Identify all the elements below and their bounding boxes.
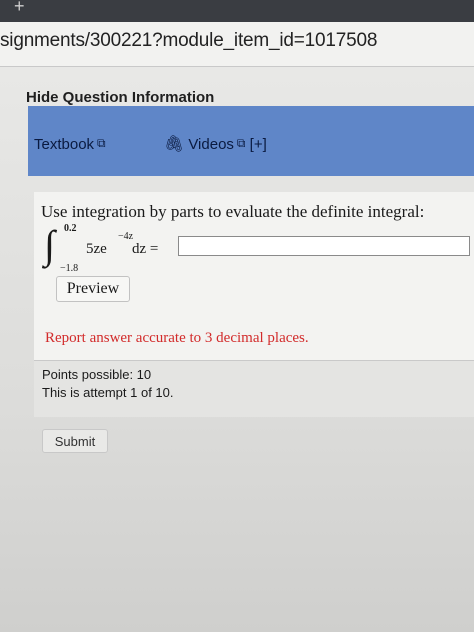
videos-expand-toggle[interactable]: [+] [250,136,267,153]
videos-link[interactable]: 🖇 Videos ⧉ [+] [164,134,267,154]
integral-sign-icon: ∫ [44,222,55,267]
attempt-count: This is attempt 1 of 10. [42,385,174,400]
integrand-exponent: −4z [118,231,134,242]
hide-question-information-link[interactable]: Hide Question Information [26,89,214,106]
integral-lower-limit: −1.8 [60,263,79,274]
points-possible: Points possible: 10 [42,367,152,382]
videos-label: Videos [188,136,234,153]
paperclip-icon: 🖇 [164,136,185,153]
differential: dz = [132,241,159,257]
answer-input[interactable] [178,236,470,256]
submit-button[interactable]: Submit [42,429,108,453]
textbook-label: Textbook [34,136,95,153]
new-tab-icon[interactable]: + [14,0,25,17]
url-text: signments/300221?module_item_id=1017508 [0,30,378,51]
question-prompt: Use integration by parts to evaluate the… [41,202,425,221]
textbook-link[interactable]: Textbook ⧉ [34,136,106,153]
help-resources-bar: Textbook ⧉ 🖇 Videos ⧉ [+] [28,106,474,176]
external-link-icon: ⧉ [97,136,106,150]
address-bar[interactable]: signments/300221?module_item_id=1017508 [0,22,474,67]
integrand: 5ze [86,241,107,257]
browser-top-bar: + [0,0,474,22]
external-link-icon: ⧉ [236,136,246,150]
preview-button[interactable]: Preview [56,276,130,302]
report-accuracy-note: Report answer accurate to 3 decimal plac… [45,330,309,346]
question-box: Use integration by parts to evaluate the… [34,192,474,360]
integral-upper-limit: 0.2 [64,223,77,234]
points-info: Points possible: 10 This is attempt 1 of… [34,360,474,417]
integral-expression: ∫ 0.2 −1.8 5ze −4z dz = [44,222,184,277]
